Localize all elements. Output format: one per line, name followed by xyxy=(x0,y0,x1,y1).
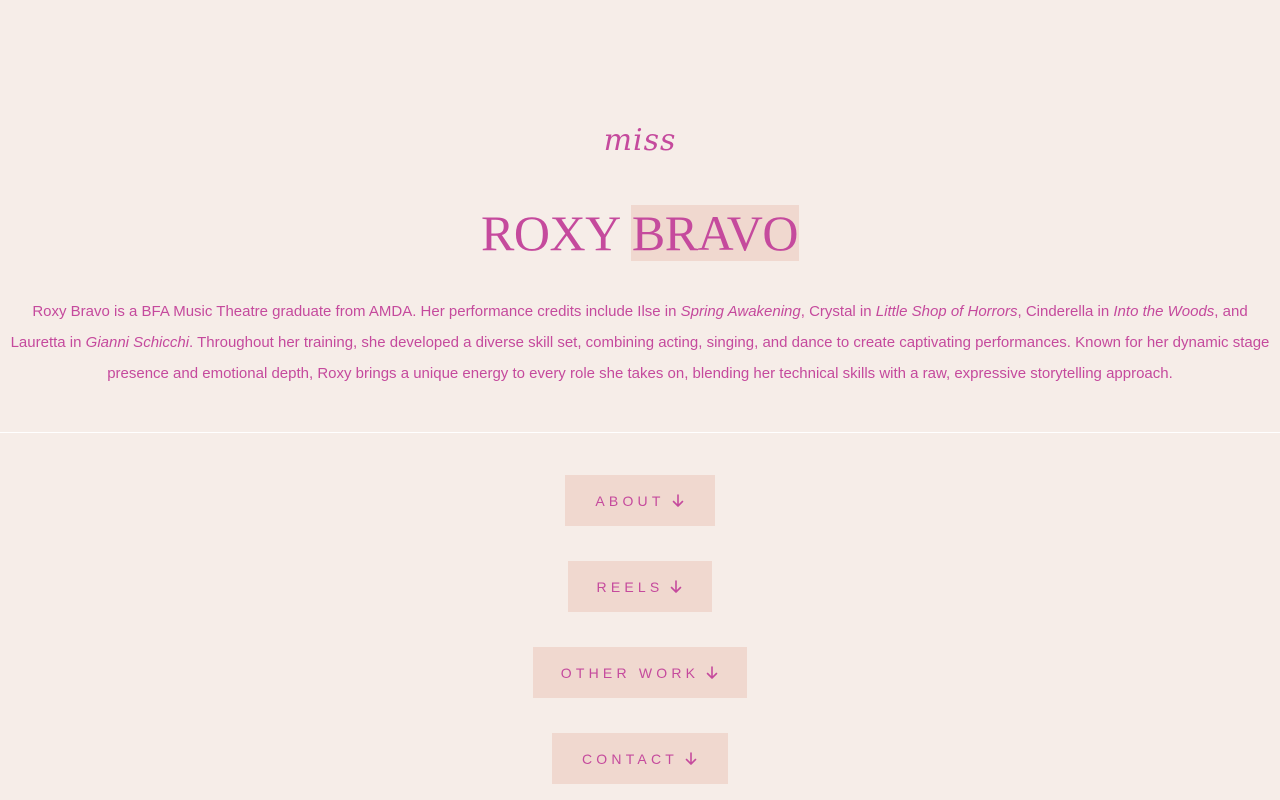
bio-text-1: Roxy Bravo is a BFA Music Theatre gradua… xyxy=(32,303,681,320)
bio-show-1: Spring Awakening xyxy=(680,303,801,320)
page-title: ROXY BRAVO xyxy=(0,202,1280,264)
arrow-down-icon xyxy=(671,579,682,593)
bio-paragraph: Roxy Bravo is a BFA Music Theatre gradua… xyxy=(8,296,1272,389)
reels-button[interactable]: REELS xyxy=(568,561,712,612)
bio-text-5: . Throughout her training, she developed… xyxy=(107,334,1270,382)
other-work-button[interactable]: OTHER WORK xyxy=(533,647,747,698)
script-tagline: miss xyxy=(603,123,677,158)
other-work-button-label: OTHER WORK xyxy=(560,664,700,681)
section-divider xyxy=(0,432,1280,433)
about-button-label: ABOUT xyxy=(595,492,665,509)
arrow-down-icon xyxy=(685,751,697,765)
hero-section: miss ROXY BRAVO Roxy Bravo is a BFA Musi… xyxy=(0,0,1280,432)
title-first-name: ROXY xyxy=(481,205,619,261)
bio-show-2: Little Shop of Horrors xyxy=(875,303,1018,320)
contact-button[interactable]: CONTACT xyxy=(552,733,728,784)
arrow-down-icon xyxy=(706,665,718,679)
title-last-name-highlight: BRAVO xyxy=(630,205,799,261)
about-button[interactable]: ABOUT xyxy=(565,475,715,526)
contact-button-label: CONTACT xyxy=(581,750,679,767)
bio-show-4: Gianni Schicchi xyxy=(85,334,190,351)
bio-text-2: , Crystal in xyxy=(800,303,876,320)
reels-button-label: REELS xyxy=(596,578,664,595)
bio-text-3: , Cinderella in xyxy=(1017,303,1114,320)
arrow-down-icon xyxy=(672,493,683,507)
bio-show-3: Into the Woods xyxy=(1113,303,1215,320)
